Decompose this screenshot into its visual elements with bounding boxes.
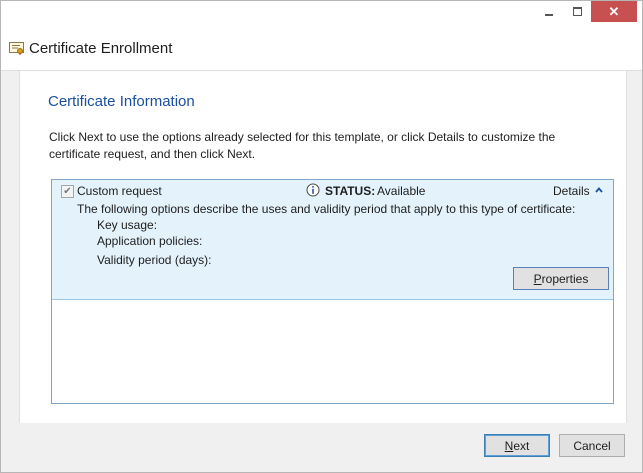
validity-period-label: Validity period (days): bbox=[97, 253, 212, 267]
application-policies-label: Application policies: bbox=[97, 234, 203, 248]
page-title: Certificate Information bbox=[48, 93, 195, 110]
chevron-up-icon[interactable] bbox=[594, 185, 604, 195]
info-icon bbox=[306, 183, 320, 197]
next-button[interactable]: Next bbox=[484, 434, 550, 457]
certificate-request-list: ✔ Custom request STATUS: Available Detai… bbox=[51, 179, 614, 404]
properties-label: roperties bbox=[541, 271, 589, 286]
dialog-header: Certificate Enrollment bbox=[1, 29, 642, 71]
minimize-icon bbox=[545, 13, 553, 16]
request-description: The following options describe the uses … bbox=[77, 202, 576, 216]
certificate-enrollment-window: ✕ Certificate Enrollment Certificate Inf… bbox=[0, 0, 643, 473]
checkmark-icon: ✔ bbox=[63, 186, 72, 197]
list-item: ✔ Custom request STATUS: Available Detai… bbox=[52, 180, 613, 300]
wizard-content: Certificate Information Click Next to us… bbox=[19, 71, 627, 423]
request-name: Custom request bbox=[77, 184, 162, 198]
status-label: STATUS: bbox=[325, 184, 376, 198]
close-button[interactable]: ✕ bbox=[591, 1, 637, 22]
details-toggle[interactable]: Details bbox=[553, 184, 590, 198]
dialog-footer: Next Cancel bbox=[1, 424, 642, 472]
maximize-icon bbox=[572, 7, 582, 16]
cancel-button[interactable]: Cancel bbox=[559, 434, 625, 457]
instructions-text: Click Next to use the options already se… bbox=[49, 130, 556, 161]
status-value: Available bbox=[377, 184, 426, 198]
title-bar: ✕ bbox=[1, 1, 642, 29]
minimize-button[interactable] bbox=[535, 1, 563, 22]
next-accelerator: N bbox=[504, 438, 514, 453]
maximize-button[interactable] bbox=[563, 1, 591, 22]
next-label: ext bbox=[513, 438, 530, 453]
window-title: Certificate Enrollment bbox=[29, 40, 173, 57]
properties-accelerator: P bbox=[533, 271, 542, 286]
certificate-icon bbox=[9, 42, 24, 55]
key-usage-label: Key usage: bbox=[97, 218, 158, 232]
custom-request-checkbox[interactable]: ✔ bbox=[61, 185, 74, 198]
close-icon: ✕ bbox=[608, 4, 620, 19]
properties-button[interactable]: Properties bbox=[513, 267, 609, 290]
